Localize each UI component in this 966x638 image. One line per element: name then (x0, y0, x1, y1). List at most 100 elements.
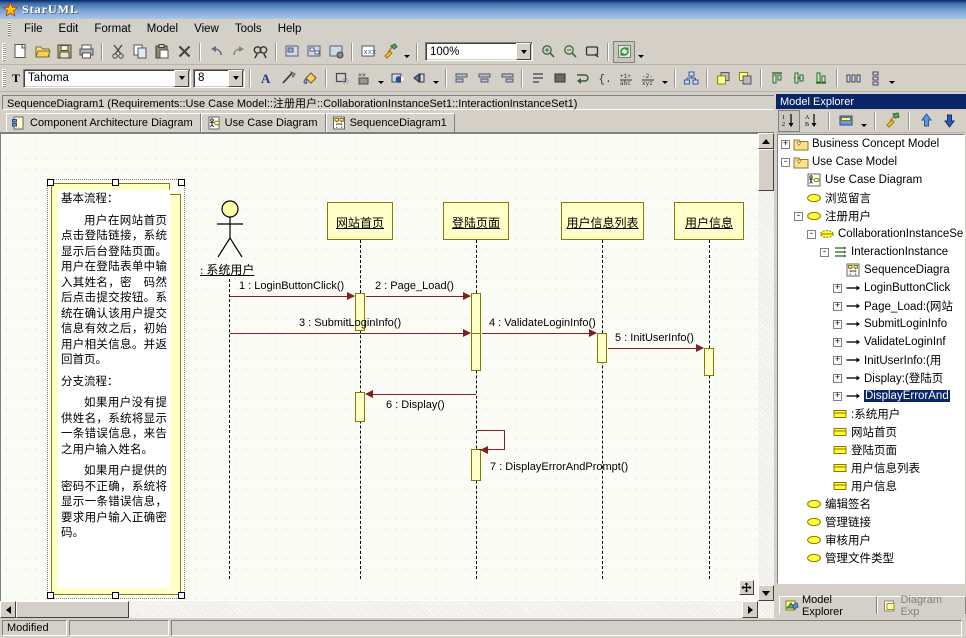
message-line-5[interactable] (608, 348, 703, 349)
tab-component-architecture-diagram[interactable]: Component Architecture Diagram (6, 113, 201, 132)
suppress-dropdown-icon[interactable] (430, 67, 441, 89)
align-middle-icon[interactable] (788, 67, 810, 89)
activation-bar[interactable] (597, 333, 607, 363)
pan-move-icon[interactable] (739, 580, 754, 595)
sort-numeric-icon[interactable]: 12 (778, 110, 800, 132)
shadow-dropdown-icon[interactable] (375, 67, 386, 89)
tree-item[interactable]: +DisplayErrorAnd (778, 387, 964, 405)
collapse-icon[interactable]: - (820, 248, 829, 257)
collapse-icon[interactable]: - (794, 212, 803, 221)
align-top-icon[interactable] (766, 67, 788, 89)
deselect-icon[interactable] (325, 41, 347, 63)
expand-icon[interactable]: + (833, 320, 842, 329)
tree-item[interactable]: -InteractionInstance (778, 243, 964, 261)
suppress-operations-icon[interactable] (408, 67, 430, 89)
suppress-attributes-icon[interactable] (386, 67, 408, 89)
tree-item[interactable]: +ValidateLoginInf (778, 333, 964, 351)
zoom-combo[interactable]: 100% (425, 42, 533, 61)
tree-item[interactable]: 网站首页 (778, 423, 964, 441)
align-center-icon[interactable] (473, 67, 495, 89)
tree-item[interactable]: 管理链接 (778, 513, 964, 531)
menu-grip[interactable] (8, 22, 11, 36)
resize-handle-sw[interactable] (47, 592, 54, 599)
tree-item[interactable]: 登陆页面 (778, 441, 964, 459)
message-line-2[interactable] (366, 296, 470, 297)
toolbar-grip[interactable] (2, 69, 6, 87)
diagram-canvas[interactable]: 基本流程： 用户在网站首页点击登陆链接，系统显示后台登陆页面。用户在登陆表单中输… (0, 133, 758, 601)
tree-item[interactable]: 用户信息 (778, 477, 964, 495)
tree-item[interactable]: 用户信息列表 (778, 459, 964, 477)
tree-item[interactable]: +Business Concept Model (778, 135, 964, 153)
documentation-icon[interactable]: xxx (357, 41, 379, 63)
word-wrap-icon[interactable] (571, 67, 593, 89)
scroll-up-icon[interactable] (758, 133, 774, 149)
lifeline-dash-2[interactable] (602, 240, 603, 579)
delete-icon[interactable] (173, 41, 195, 63)
resize-handle-se[interactable] (178, 592, 185, 599)
fill-color-icon[interactable] (299, 67, 321, 89)
scroll-right-icon[interactable] (742, 601, 758, 618)
lifeline-box-1[interactable]: 登陆页面 (443, 202, 509, 240)
order-dropdown-icon[interactable] (659, 67, 670, 89)
expand-icon[interactable]: + (833, 302, 842, 311)
canvas-horizontal-scrollbar[interactable] (0, 601, 774, 618)
menu-tools[interactable]: Tools (227, 21, 270, 37)
tree-item[interactable]: Use Case Diagram (778, 171, 964, 189)
diagram-layout-icon[interactable] (680, 67, 702, 89)
tree-item[interactable]: +InitUserInfo:(用 (778, 351, 964, 369)
space-dropdown-icon[interactable] (886, 67, 897, 89)
new-icon[interactable] (9, 41, 31, 63)
view-options-icon[interactable] (835, 110, 857, 132)
activation-bar[interactable] (355, 392, 365, 422)
lifeline-dash-3[interactable] (709, 240, 710, 579)
font-size-combo[interactable]: 8 (193, 69, 245, 88)
layout-icon[interactable] (527, 67, 549, 89)
send-to-back-icon[interactable] (734, 67, 756, 89)
lifeline-box-0[interactable]: 网站首页 (327, 202, 393, 240)
filter-icon[interactable] (881, 110, 903, 132)
diagram-surface[interactable]: 基本流程： 用户在网站首页点击登陆链接，系统显示后台登陆页面。用户在登陆表单中输… (1, 134, 757, 600)
tree-item[interactable]: +Page_Load:(网站 (778, 297, 964, 315)
tree-item[interactable]: +SubmitLoginInfo (778, 315, 964, 333)
chevron-down-icon[interactable] (174, 70, 189, 87)
align-left-icon[interactable] (451, 67, 473, 89)
expand-icon[interactable]: + (833, 356, 842, 365)
stereotype-display-icon[interactable] (331, 67, 353, 89)
zoom-out-icon[interactable] (559, 41, 581, 63)
menu-model[interactable]: Model (139, 21, 186, 37)
redo-icon[interactable] (227, 41, 249, 63)
model-explorer-tree[interactable]: +Business Concept Model-Use Case ModelUs… (777, 134, 965, 584)
tree-item[interactable]: SequenceDiagra (778, 261, 964, 279)
hscroll-thumb[interactable] (16, 601, 129, 618)
actor-lifeline[interactable] (229, 279, 230, 579)
print-icon[interactable] (75, 41, 97, 63)
open-icon[interactable] (31, 41, 53, 63)
resize-handle-s[interactable] (112, 592, 119, 599)
tree-item[interactable]: +LoginButtonClick (778, 279, 964, 297)
tree-item[interactable]: +Display:(登陆页 (778, 369, 964, 387)
lifeline-box-2[interactable]: 用户信息列表 (561, 202, 644, 240)
select-same-type-icon[interactable] (303, 41, 325, 63)
menu-help[interactable]: Help (270, 21, 310, 37)
toolbar-grip[interactable] (2, 43, 6, 61)
sort-alpha-icon[interactable]: AB (801, 110, 823, 132)
undo-icon[interactable] (205, 41, 227, 63)
expand-icon[interactable]: + (833, 338, 842, 347)
message-line-4[interactable] (482, 333, 596, 334)
activation-bar[interactable] (471, 333, 481, 371)
menu-format[interactable]: Format (86, 21, 138, 37)
space-horizontally-icon[interactable] (842, 67, 864, 89)
refresh-icon[interactable] (613, 41, 635, 63)
copy-icon[interactable] (129, 41, 151, 63)
tree-item[interactable]: -Use Case Model (778, 153, 964, 171)
select-all-icon[interactable] (281, 41, 303, 63)
view-options-dropdown-icon[interactable] (858, 110, 869, 132)
visibility-icon[interactable]: {..} (593, 67, 615, 89)
align-right-icon[interactable] (495, 67, 517, 89)
cut-icon[interactable] (107, 41, 129, 63)
expand-icon[interactable]: + (781, 140, 790, 149)
lifeline-box-3[interactable]: 用户信息 (674, 202, 744, 240)
collapse-icon[interactable]: - (781, 158, 790, 167)
tree-item[interactable]: 浏览留言 (778, 189, 964, 207)
font-color-icon[interactable]: A (255, 67, 277, 89)
